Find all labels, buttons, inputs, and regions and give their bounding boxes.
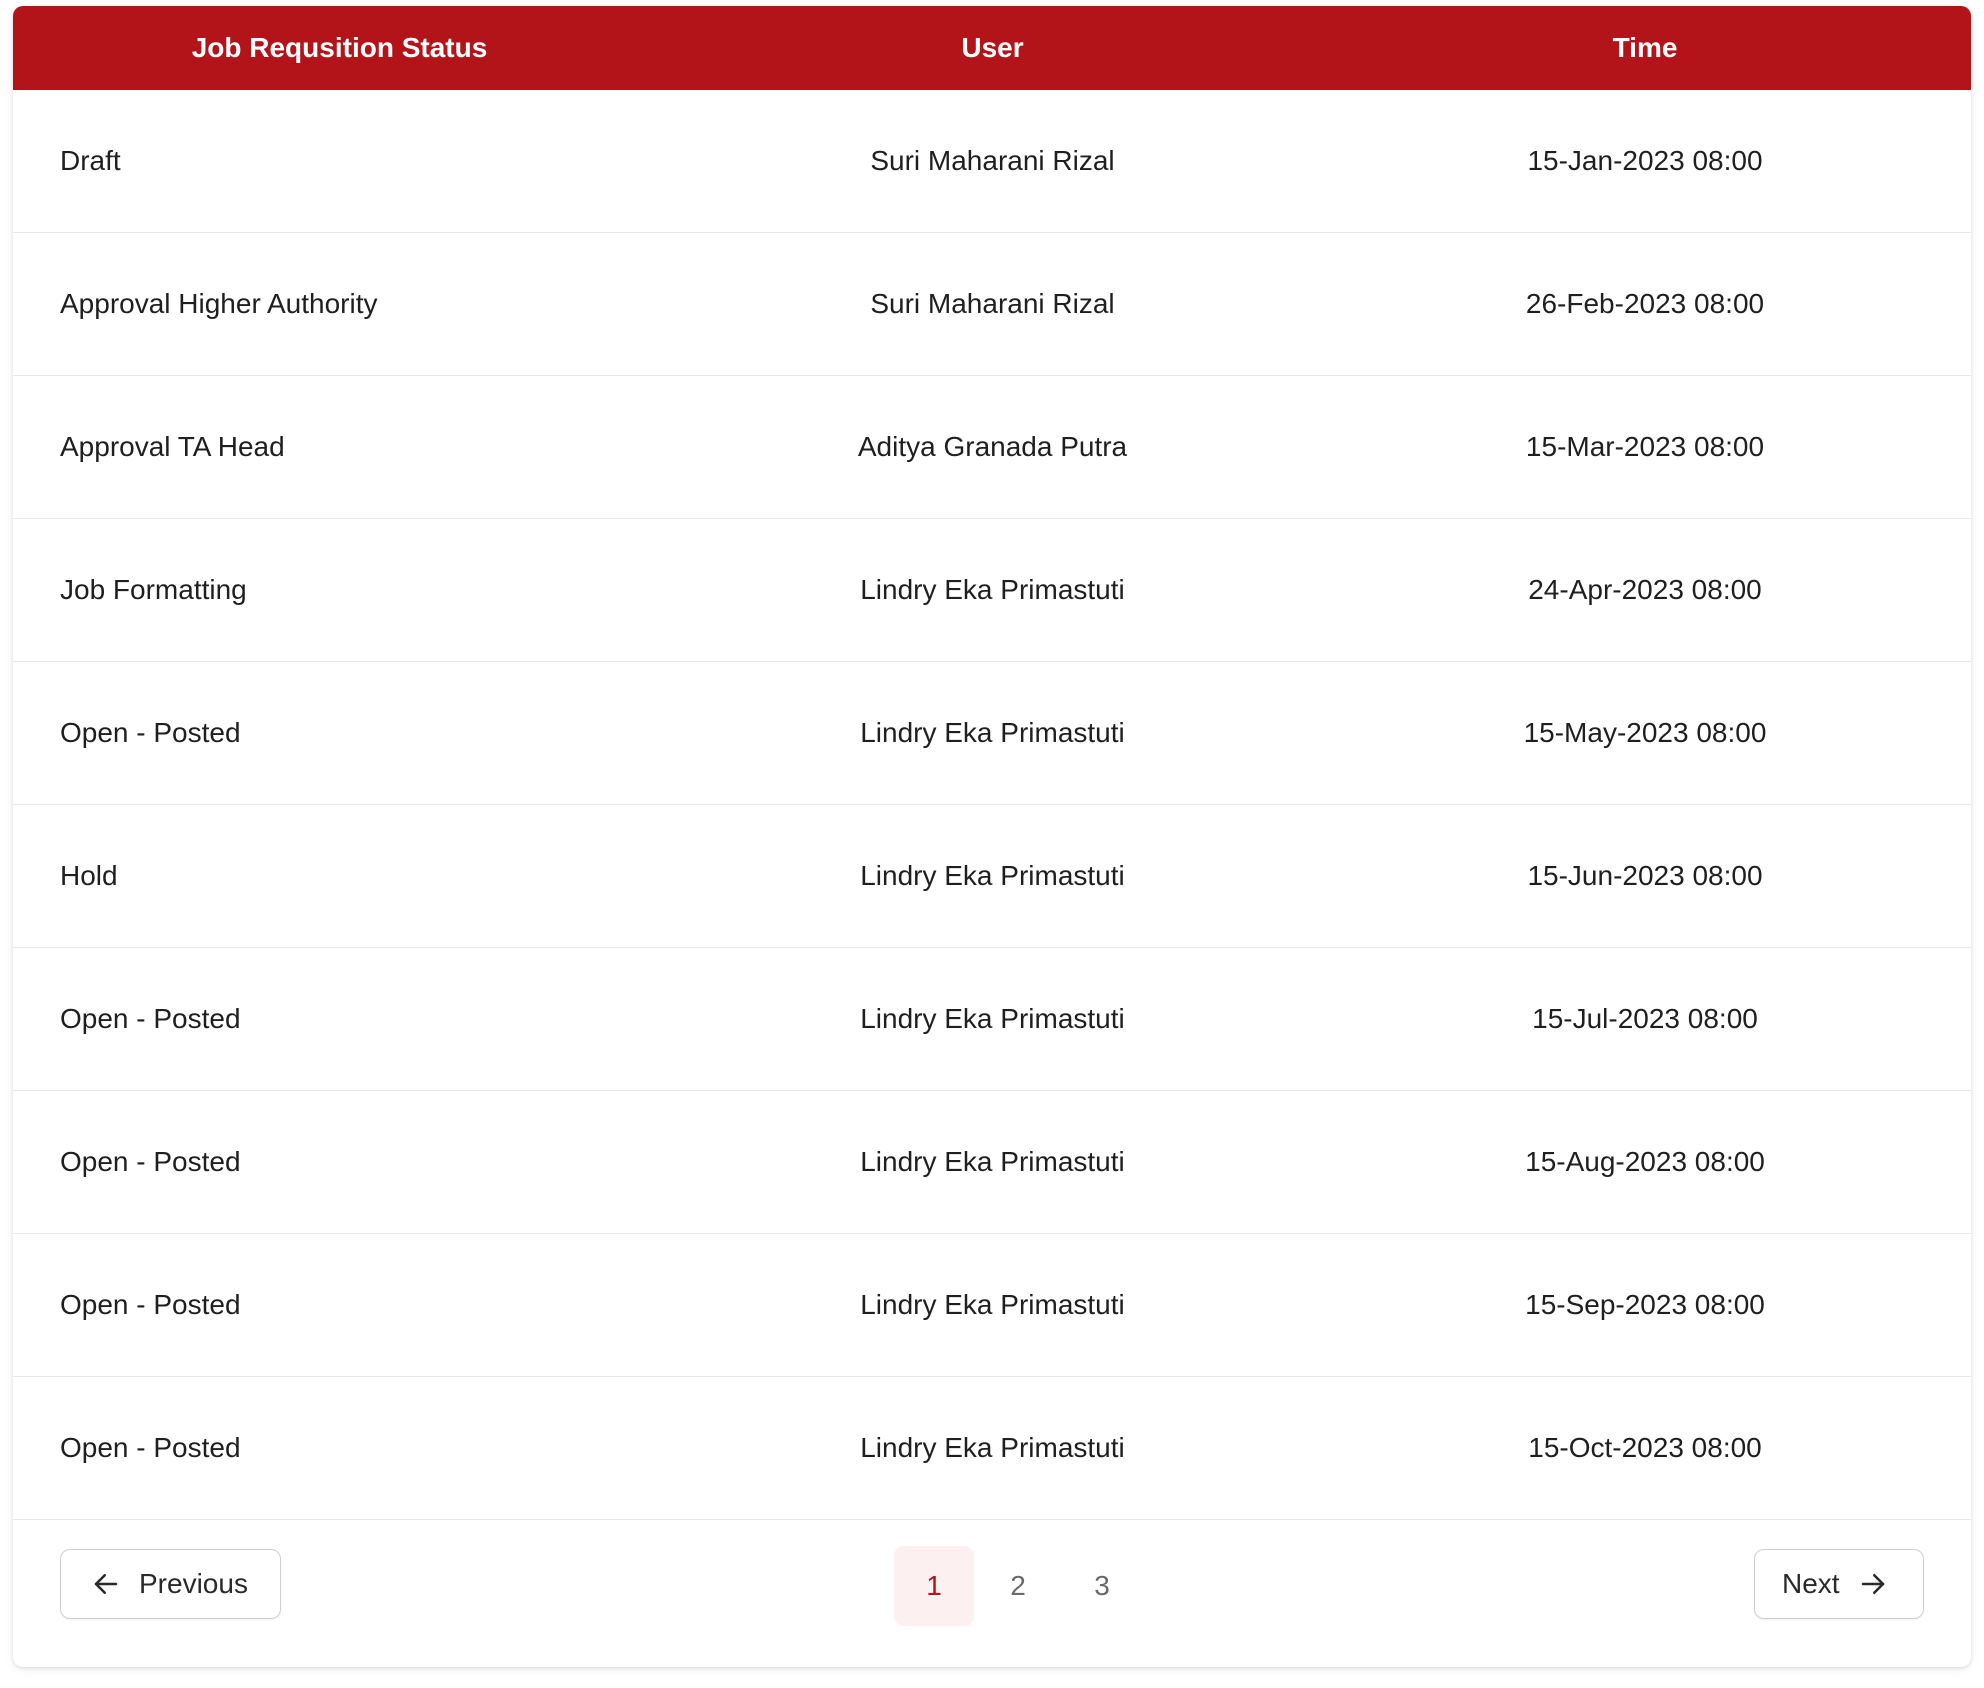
time-cell: 15-May-2023 08:00 xyxy=(1523,717,1767,748)
time-cell: 15-Sep-2023 08:00 xyxy=(1525,1289,1765,1320)
table-row: Draft Suri Maharani Rizal 15-Jan-2023 08… xyxy=(13,90,1971,233)
time-cell: 15-Jul-2023 08:00 xyxy=(1532,1003,1758,1034)
user-cell: Lindry Eka Primastuti xyxy=(860,717,1125,748)
table-row: Open - Posted Lindry Eka Primastuti 15-S… xyxy=(13,1234,1971,1377)
user-cell: Lindry Eka Primastuti xyxy=(860,574,1125,605)
job-requisition-history-card: Job Requsition Status User Time Draft Su… xyxy=(13,6,1971,1667)
table-body: Draft Suri Maharani Rizal 15-Jan-2023 08… xyxy=(13,90,1971,1520)
table-row: Open - Posted Lindry Eka Primastuti 15-J… xyxy=(13,948,1971,1091)
time-cell: 24-Apr-2023 08:00 xyxy=(1528,574,1762,605)
user-cell: Lindry Eka Primastuti xyxy=(860,860,1125,891)
column-header-user: User xyxy=(961,32,1024,63)
user-cell: Suri Maharani Rizal xyxy=(870,288,1115,319)
status-cell: Open - Posted xyxy=(60,1146,241,1177)
user-cell: Lindry Eka Primastuti xyxy=(860,1146,1125,1177)
user-cell: Lindry Eka Primastuti xyxy=(860,1289,1125,1320)
table-row: Approval TA Head Aditya Granada Putra 15… xyxy=(13,376,1971,519)
time-cell: 15-Jan-2023 08:00 xyxy=(1527,145,1763,176)
page-button-3[interactable]: 3 xyxy=(1062,1546,1142,1626)
time-cell: 15-Oct-2023 08:00 xyxy=(1528,1432,1762,1463)
status-cell: Draft xyxy=(60,145,121,176)
table-row: Hold Lindry Eka Primastuti 15-Jun-2023 0… xyxy=(13,805,1971,948)
time-cell: 15-Jun-2023 08:00 xyxy=(1527,860,1763,891)
status-cell: Open - Posted xyxy=(60,717,241,748)
status-cell: Open - Posted xyxy=(60,1003,241,1034)
arrow-left-icon xyxy=(91,1569,121,1599)
next-button[interactable]: Next xyxy=(1754,1549,1924,1619)
status-cell: Approval Higher Authority xyxy=(60,288,378,319)
table-row: Approval Higher Authority Suri Maharani … xyxy=(13,233,1971,376)
user-cell: Suri Maharani Rizal xyxy=(870,145,1115,176)
status-cell: Open - Posted xyxy=(60,1289,241,1320)
user-cell: Aditya Granada Putra xyxy=(857,431,1128,462)
previous-button[interactable]: Previous xyxy=(60,1549,281,1619)
page-numbers: 1 2 3 xyxy=(894,1546,1146,1626)
time-cell: 15-Mar-2023 08:00 xyxy=(1525,431,1765,462)
column-header-time: Time xyxy=(1612,32,1678,63)
page-button-2[interactable]: 2 xyxy=(978,1546,1058,1626)
time-cell: 15-Aug-2023 08:00 xyxy=(1525,1146,1765,1177)
status-cell: Approval TA Head xyxy=(60,431,285,462)
page-button-1[interactable]: 1 xyxy=(894,1546,974,1626)
arrow-right-icon xyxy=(1858,1569,1888,1599)
table-row: Open - Posted Lindry Eka Primastuti 15-M… xyxy=(13,662,1971,805)
table-row: Job Formatting Lindry Eka Primastuti 24-… xyxy=(13,519,1971,662)
status-cell: Job Formatting xyxy=(60,574,247,605)
previous-button-label: Previous xyxy=(139,1568,248,1599)
column-header-status: Job Requsition Status xyxy=(191,32,488,63)
table-row: Open - Posted Lindry Eka Primastuti 15-O… xyxy=(13,1377,1971,1520)
user-cell: Lindry Eka Primastuti xyxy=(860,1003,1125,1034)
table-row: Open - Posted Lindry Eka Primastuti 15-A… xyxy=(13,1091,1971,1234)
user-cell: Lindry Eka Primastuti xyxy=(860,1432,1125,1463)
next-button-label: Next xyxy=(1782,1568,1840,1599)
pagination-bar: Previous 1 2 3 Next xyxy=(13,1520,1971,1666)
table-header: Job Requsition Status User Time xyxy=(13,6,1971,90)
status-cell: Hold xyxy=(60,860,118,891)
time-cell: 26-Feb-2023 08:00 xyxy=(1525,288,1765,319)
status-cell: Open - Posted xyxy=(60,1432,241,1463)
